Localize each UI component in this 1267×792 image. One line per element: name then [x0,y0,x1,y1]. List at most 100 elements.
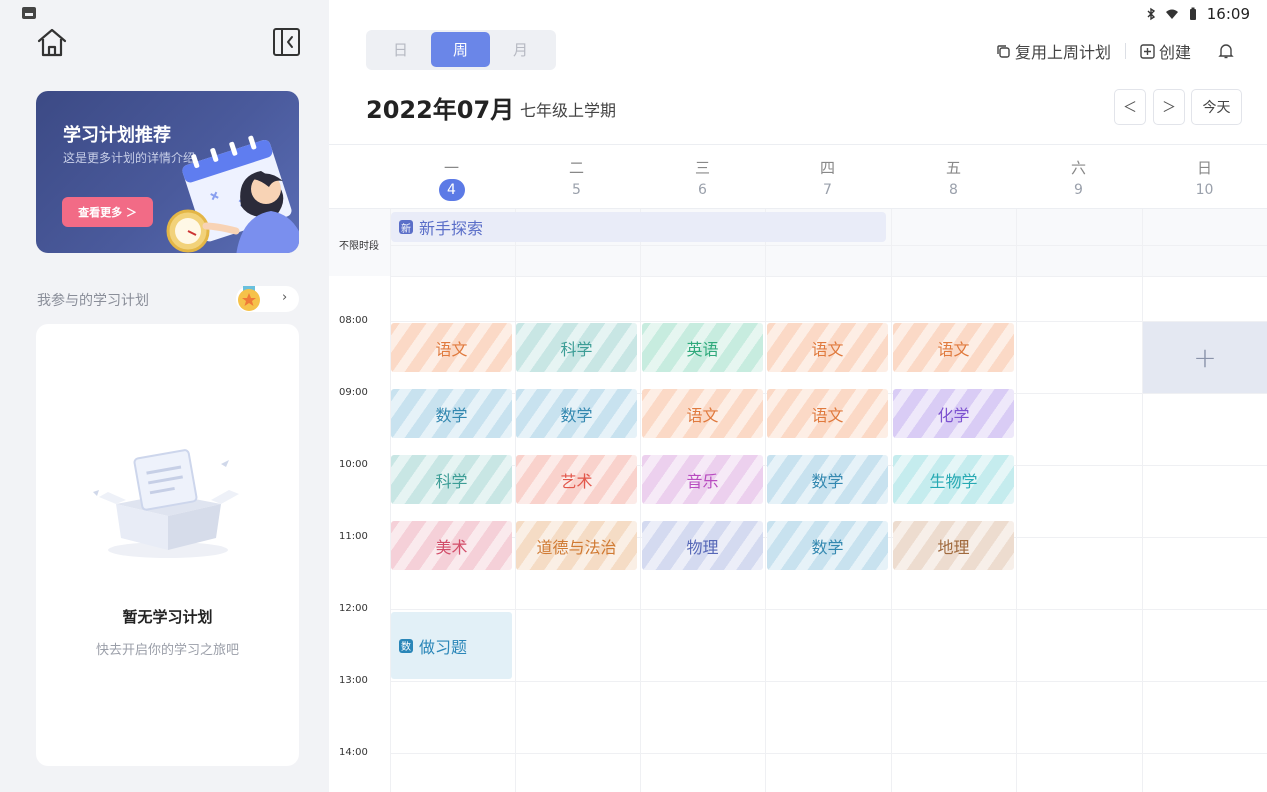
day-number: 7 [823,182,832,198]
lesson-block[interactable]: 语文 [642,389,763,438]
month-title: 2022年07月 [366,96,515,124]
grid-line [765,209,766,792]
day-name: 三 [694,159,710,177]
wifi-icon [1165,9,1178,19]
grid-line [1016,209,1017,792]
lesson-block[interactable]: 化学 [893,389,1014,438]
sidebar: 学习计划推荐 这是更多计划的详情介绍 查看更多 ＞ 我参与的学习计划 › 暂无学… [0,0,329,792]
lesson-block[interactable]: 数学 [391,389,512,438]
time-label: 11:00 [339,531,368,542]
lesson-block[interactable]: 数学 [767,455,888,504]
lesson-block[interactable]: 道德与法治 [516,521,637,570]
add-slot-button[interactable]: + [1143,322,1267,393]
day-header-mon[interactable]: 一4 [389,157,514,201]
time-label: 13:00 [339,675,368,686]
grid-line [1142,209,1143,792]
image-notification-icon [22,7,36,19]
home-icon [37,28,67,57]
lesson-block[interactable]: 数学 [767,521,888,570]
lesson-block[interactable]: 音乐 [642,455,763,504]
reuse-last-week-button[interactable]: 复用上周计划 [996,39,1111,63]
day-number: 10 [1195,182,1214,198]
allday-divider [390,245,1267,246]
time-label: 08:00 [339,315,368,326]
divider [1124,43,1126,59]
day-header-fri[interactable]: 五8 [891,157,1016,201]
empty-subtitle: 快去开启你的学习之旅吧 [95,643,239,658]
day-number: 6 [698,182,707,198]
tab-month[interactable]: 月 [491,32,550,67]
plan-recommend-banner[interactable]: 学习计划推荐 这是更多计划的详情介绍 查看更多 ＞ [36,91,299,253]
week-header: 一4 二5 三6 四7 五8 六9 日 10 [329,144,1267,209]
grid-line [390,321,1267,322]
home-button[interactable] [34,26,70,60]
top-actions: 复用上周计划 创建 [996,39,1235,63]
reuse-label: 复用上周计划 [1014,43,1111,62]
allday-event-novice[interactable]: 新 新手探索 [391,212,886,242]
time-label: 09:00 [339,387,368,398]
view-more-button[interactable]: 查看更多 ＞ [62,197,153,227]
empty-title: 暂无学习计划 [122,608,213,626]
day-number: 5 [572,182,581,198]
lesson-block[interactable]: 物理 [642,521,763,570]
chevron-left-icon: ＜ [1123,100,1137,116]
chevron-right-icon: ＞ [1162,100,1176,116]
day-header-sun[interactable]: 日 10 [1142,157,1267,201]
grid-line [891,209,892,792]
collapse-sidebar-button[interactable] [270,26,302,58]
lesson-block[interactable]: 数学 [516,389,637,438]
my-plans-label: 我参与的学习计划 [37,293,149,309]
day-name: 一 [443,159,459,177]
time-label: 10:00 [339,459,368,470]
bell-icon[interactable] [1217,42,1235,60]
day-header-sat[interactable]: 六9 [1016,157,1141,201]
lesson-block[interactable]: 语文 [893,323,1014,372]
lesson-block[interactable]: 生物学 [893,455,1014,504]
main-area: 16:09 日 周 月 复用上周计划 创建 2022年07月 七年级上学期 ＜ … [329,0,1267,792]
task-event-exercise[interactable]: 数 做习题 [391,612,512,679]
battery-icon [1189,7,1196,20]
grid-line [390,276,1267,277]
bluetooth-icon [1147,7,1155,21]
time-label: 12:00 [339,603,368,614]
chevron-right-icon: › [282,290,288,305]
empty-box-illustration-icon [93,449,239,558]
lesson-block[interactable]: 语文 [767,389,888,438]
grid-line [640,209,641,792]
tab-day[interactable]: 日 [371,32,430,67]
prev-week-button[interactable]: ＜ [1114,89,1146,125]
day-header-wed[interactable]: 三6 [640,157,765,201]
lesson-block[interactable]: 地理 [893,521,1014,570]
view-toggle: 日 周 月 [366,30,556,70]
medal-icon [238,286,260,311]
event-title: 新手探索 [419,219,484,238]
day-number: 9 [1074,182,1083,198]
lesson-block[interactable]: 语文 [767,323,888,372]
lesson-block[interactable]: 科学 [391,455,512,504]
empty-plans-card: 暂无学习计划 快去开启你的学习之旅吧 [36,324,299,766]
day-header-thu[interactable]: 四7 [765,157,890,201]
lesson-block[interactable]: 语文 [391,323,512,372]
event-title: 做习题 [419,637,468,657]
create-label: 创建 [1158,43,1191,62]
lesson-block[interactable]: 美术 [391,521,512,570]
today-button[interactable]: 今天 [1191,89,1242,125]
day-number: 4 [438,179,465,201]
collapse-sidebar-icon [273,28,300,56]
day-name: 五 [945,159,961,177]
week-grid: 不限时段 08:00 09:00 10:00 11:00 12:00 13:00… [329,209,1267,792]
study-girl-illustration-icon [166,135,299,253]
lesson-block[interactable]: 英语 [642,323,763,372]
achievements-button[interactable]: › [236,286,299,312]
lesson-block[interactable]: 艺术 [516,455,637,504]
copy-icon [997,44,1010,58]
create-button[interactable]: 创建 [1140,39,1191,63]
tab-week[interactable]: 周 [431,32,490,67]
lesson-block[interactable]: 科学 [516,323,637,372]
new-badge-icon: 新 [399,220,413,235]
next-week-button[interactable]: ＞ [1153,89,1185,125]
status-bar: 16:09 [1144,5,1250,23]
day-name: 日 [1196,159,1212,177]
day-header-tue[interactable]: 二5 [514,157,639,201]
day-name: 四 [819,159,835,177]
